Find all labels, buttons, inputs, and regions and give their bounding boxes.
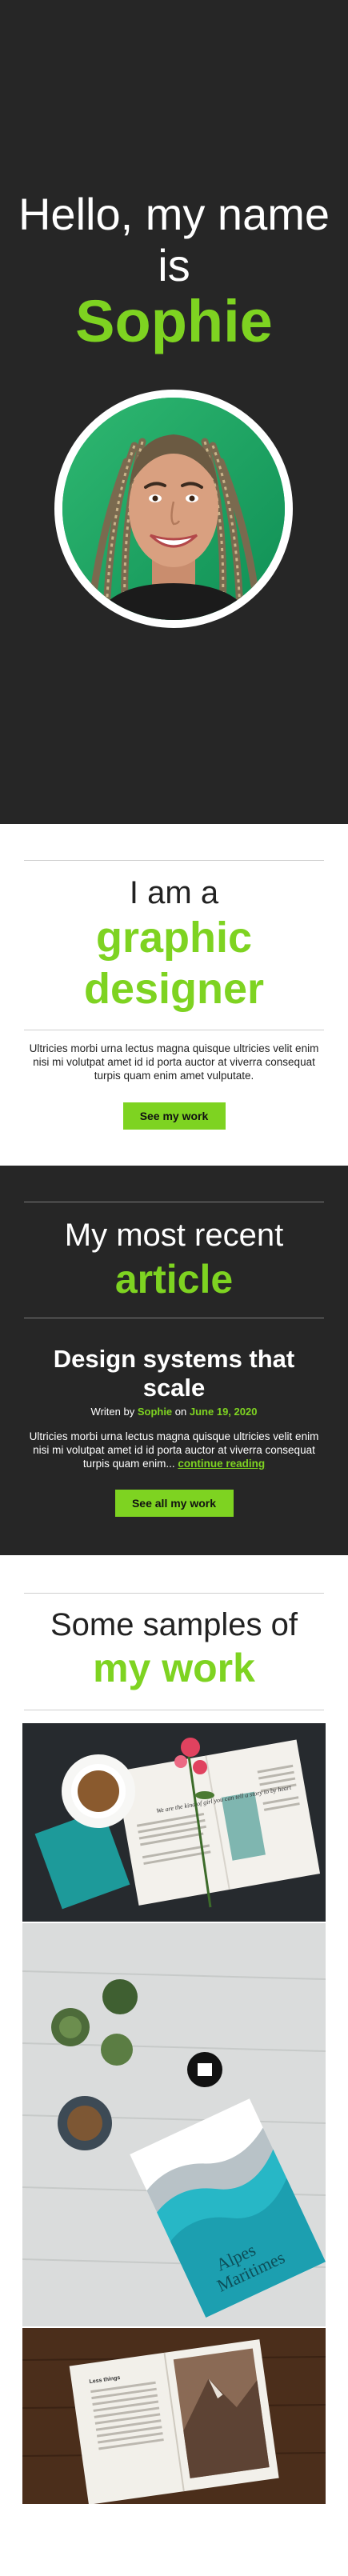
recent-heading: My most recent (64, 1218, 284, 1253)
article-date: June 19, 2020 (189, 1406, 258, 1418)
alpes-maritimes-photo: Alpes Maritimes (22, 1923, 326, 2326)
samples-section: Some samples of my work We are the kind … (0, 1555, 348, 2576)
recent-highlight: article (114, 1257, 234, 1302)
article-excerpt: Ultricies morbi urna lectus magna quisqu… (0, 1430, 348, 1470)
intro-role-line1: graphic (95, 914, 253, 962)
hero-greeting: Hello, my name is (0, 189, 348, 291)
work-sample-magazine[interactable]: We are the kind of girl you can tell a s… (22, 1723, 326, 1922)
excerpt-text: Ultricies morbi urna lectus magna quisqu… (29, 1430, 319, 1470)
book-photo: Less things (22, 2328, 326, 2504)
work-sample-alpes-maritimes[interactable]: Alpes Maritimes (22, 1923, 326, 2326)
continue-reading-link[interactable]: continue reading (178, 1458, 265, 1470)
hero-name: Sophie (75, 288, 273, 354)
intro-role-line2: designer (83, 965, 265, 1013)
see-my-work-button[interactable]: See my work (122, 1102, 226, 1130)
intro-section: I am a graphic designer Ultricies morbi … (0, 824, 348, 1166)
hero-section: Hello, my name is Sophie (0, 0, 348, 824)
see-all-my-work-button[interactable]: See all my work (114, 1490, 234, 1517)
intro-heading: I am a (129, 875, 219, 910)
hero-greeting-line1: Hello, my name (18, 189, 330, 239)
profile-photo (62, 398, 285, 620)
article-title[interactable]: Design systems that scale (0, 1345, 348, 1402)
article-byline: Writen by Sophie on June 19, 2020 (0, 1406, 348, 1418)
magazine-photo: We are the kind of girl you can tell a s… (22, 1723, 326, 1922)
divider (24, 860, 324, 861)
work-sample-book[interactable]: Less things (22, 2328, 326, 2504)
hero-greeting-line2: is (158, 240, 190, 290)
intro-body: Ultricies morbi urna lectus magna quisqu… (29, 1042, 319, 1082)
byline-mid: on (174, 1406, 187, 1418)
divider (24, 1593, 324, 1594)
samples-highlight: my work (93, 1646, 255, 1690)
author-link[interactable]: Sophie (138, 1406, 172, 1418)
profile-avatar (54, 390, 293, 628)
byline-prefix: Writen by (90, 1406, 135, 1418)
samples-heading: Some samples of (50, 1607, 298, 1642)
recent-article-section: My most recent article Design systems th… (0, 1166, 348, 1555)
